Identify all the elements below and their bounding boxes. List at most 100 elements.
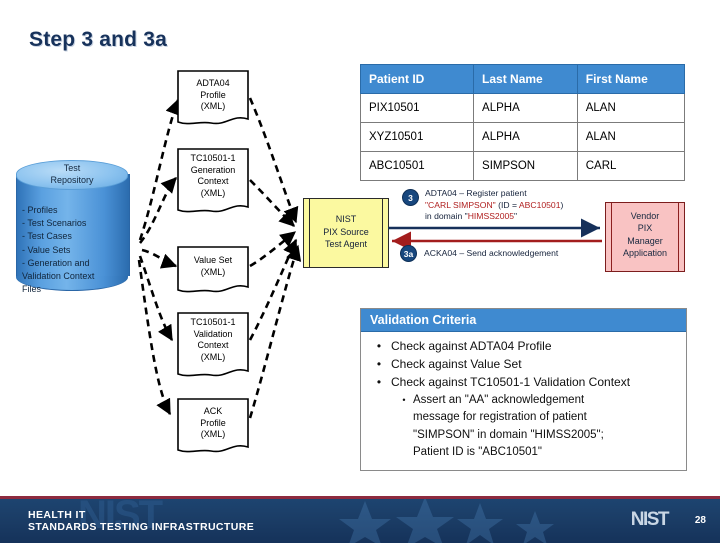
message-3-text: ADTA04 – Register patient "CARL SIMPSON"… <box>425 188 640 223</box>
column-header-patient-id: Patient ID <box>359 64 475 94</box>
message-3-line3: in domain "HIMSS2005" <box>425 211 640 223</box>
cell-first-name: ALAN <box>576 122 686 152</box>
repository-title: Test Repository <box>16 162 128 186</box>
document-label-line: (XML) <box>200 266 226 277</box>
document-label-line: Context <box>197 176 229 187</box>
document-label: TC10501-1 Validation Context (XML) <box>177 317 249 363</box>
column-header-last-name: Last Name <box>473 64 578 94</box>
repository-item: - Profiles <box>22 205 58 215</box>
document-label-line: Validation <box>193 328 233 339</box>
table-row: PIX10501 ALPHA ALAN <box>359 93 686 123</box>
box-right-bar <box>678 203 679 271</box>
box-left-bar <box>309 199 310 267</box>
bullet-icon: • <box>376 357 382 371</box>
validation-subitem-text: Assert an "AA" acknowledgement <box>413 394 585 406</box>
nist-logo: NIST <box>630 509 670 530</box>
document-label-line: (XML) <box>200 429 226 440</box>
message-3-id-suffix: ) <box>560 199 564 210</box>
cell-last-name: ALPHA <box>473 93 578 123</box>
repository-item: - Value Sets <box>22 244 71 255</box>
table-row: ABC10501 SIMPSON CARL <box>359 151 686 181</box>
validation-item-text: Check against ADTA04 Profile <box>391 339 552 353</box>
validation-item: • Check against ADTA04 Profile <box>367 338 680 355</box>
message-3-line2: "CARL SIMPSON" (ID = ABC10501) <box>425 200 640 212</box>
test-agent-label: NIST PIX Source Test Agent <box>312 213 380 251</box>
document-label-line: ACK <box>203 406 223 416</box>
cell-last-name: SIMPSON <box>473 151 578 181</box>
box-right-bar <box>382 199 383 267</box>
validation-item: • Check against Value Set <box>367 356 680 373</box>
patient-table: Patient ID Last Name First Name PIX10501… <box>359 64 686 181</box>
column-header-first-name: First Name <box>576 64 686 94</box>
bullet-icon: • <box>376 339 382 353</box>
validation-subitem: message for registration of patient <box>367 409 680 425</box>
document-label-line: Value Set <box>193 255 233 265</box>
validation-subitem: • Assert an "AA" acknowledgement <box>367 392 680 408</box>
test-agent-label-line: PIX Source <box>323 226 369 237</box>
document-label: Value Set (XML) <box>177 255 249 278</box>
message-3-line1: ADTA04 – Register patient <box>425 188 527 198</box>
message-3-patient-name: "CARL SIMPSON" <box>425 199 496 210</box>
document-validation-context: TC10501-1 Validation Context (XML) <box>177 312 249 382</box>
nist-pix-source-test-agent-box: NIST PIX Source Test Agent <box>303 198 389 268</box>
document-label-line: (XML) <box>200 187 226 198</box>
validation-criteria-panel: Validation Criteria • Check against ADTA… <box>360 308 687 471</box>
cell-patient-id: PIX10501 <box>359 93 475 123</box>
test-agent-label-line: Test Agent <box>324 239 368 250</box>
document-label-line: Profile <box>200 417 226 428</box>
vendor-app-label-line: Manager <box>627 235 663 246</box>
message-3-patient-id: ABC10501 <box>518 199 561 210</box>
repository-item: - Test Scenarios <box>22 218 87 229</box>
document-label-line: (XML) <box>200 101 226 112</box>
validation-subitem: "SIMPSON" in domain "HIMSS2005"; <box>367 427 680 443</box>
test-agent-label-line: NIST <box>335 214 357 224</box>
validation-subitem-text: Patient ID is "ABC10501" <box>413 446 542 459</box>
document-label: TC10501-1 Generation Context (XML) <box>177 153 249 199</box>
validation-item: • Check against TC10501-1 Validation Con… <box>367 374 680 391</box>
document-label-line: Profile <box>200 89 226 100</box>
message-3a-text: ACKA04 – Send acknowledgement <box>424 248 559 258</box>
message-3-domain-prefix: in domain " <box>425 211 468 222</box>
document-generation-context: TC10501-1 Generation Context (XML) <box>177 148 249 218</box>
repository-item: - Generation and <box>22 257 90 268</box>
document-label-line: Generation <box>190 164 236 175</box>
repository-contents-list: - Profiles - Test Scenarios - Test Cases… <box>22 204 126 296</box>
slide-footer: NIST HEALTH IT STANDARDS TESTING INFRAST… <box>0 496 720 543</box>
document-label: ADTA04 Profile (XML) <box>177 78 249 113</box>
document-value-set: Value Set (XML) <box>177 246 249 298</box>
message-3-domain: HIMSS2005 <box>467 211 515 222</box>
validation-criteria-body: • Check against ADTA04 Profile • Check a… <box>361 332 686 470</box>
bullet-spacer <box>395 427 413 443</box>
repository-title-line2: Repository <box>50 175 94 185</box>
bullet-spacer <box>395 409 413 425</box>
cell-first-name: CARL <box>576 151 686 181</box>
message-3-id-prefix: (ID = <box>495 199 519 210</box>
document-label-line: TC10501-1 <box>190 317 236 327</box>
document-label-line: (XML) <box>200 351 226 362</box>
validation-subitem-text: message for registration of patient <box>413 411 587 424</box>
cell-patient-id: ABC10501 <box>359 151 475 181</box>
slide-canvas: Step 3 and 3a Test Repository - Profiles… <box>0 0 720 543</box>
document-ack-profile: ACK Profile (XML) <box>177 398 249 458</box>
bullet-icon: • <box>376 375 382 389</box>
cell-patient-id: XYZ10501 <box>359 122 475 152</box>
bullet-spacer <box>395 444 413 460</box>
cell-last-name: ALPHA <box>473 122 578 152</box>
stars-decoration-icon <box>339 499 554 543</box>
table-header-row: Patient ID Last Name First Name <box>359 64 686 94</box>
message-badge-3: 3 <box>403 190 418 205</box>
document-adta04-profile: ADTA04 Profile (XML) <box>177 70 249 130</box>
page-number: 28 <box>694 515 706 526</box>
validation-item-text: Check against Value Set <box>391 357 522 371</box>
bullet-icon: • <box>402 395 406 405</box>
cell-first-name: ALAN <box>576 93 686 123</box>
footer-branding: HEALTH IT STANDARDS TESTING INFRASTRUCTU… <box>28 509 254 534</box>
document-label-line: TC10501-1 <box>190 153 236 163</box>
repository-item: Files <box>22 284 42 295</box>
page-title: Step 3 and 3a <box>29 28 167 51</box>
message-badge-3a: 3a <box>401 246 416 261</box>
validation-subitem-text: "SIMPSON" in domain "HIMSS2005"; <box>413 428 604 441</box>
vendor-app-label-line: PIX <box>637 223 653 234</box>
repository-item: - Test Cases <box>22 231 72 242</box>
validation-subitem: Patient ID is "ABC10501" <box>367 444 680 460</box>
